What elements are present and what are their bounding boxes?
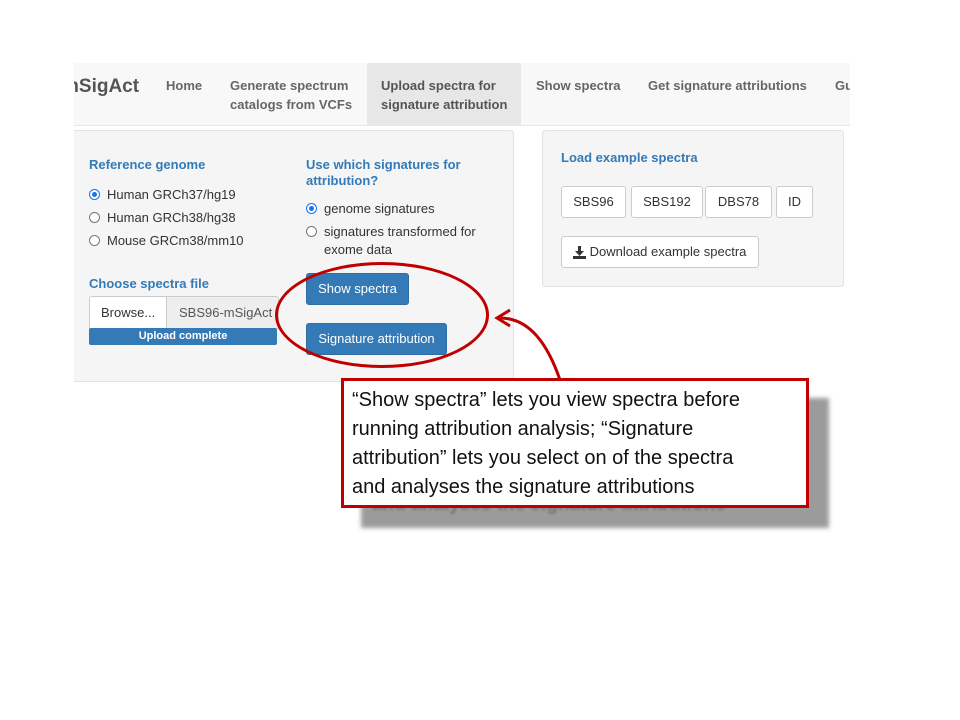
radio-unselected-icon[interactable] <box>89 235 100 246</box>
nav-show-spectra[interactable]: Show spectra <box>523 63 633 125</box>
radio-grch37-label: Human GRCh37/hg19 <box>107 187 236 202</box>
reference-genome-label: Reference genome <box>89 157 206 172</box>
signature-attribution-button[interactable]: Signature attribution <box>306 323 447 355</box>
callout-line-4: and analyses the signature attributions <box>352 476 695 498</box>
upload-progress-text: Upload complete <box>138 330 228 342</box>
annotation-callout: “Show spectra” lets you view spectra bef… <box>341 378 809 508</box>
callout-line-1: “Show spectra” lets you view spectra bef… <box>352 389 740 411</box>
nav-home-label: Home <box>166 78 203 93</box>
radio-unselected-icon[interactable] <box>306 226 317 237</box>
navbar: mSigAct Home Generate spectrum catalogs … <box>74 63 850 126</box>
radio-selected-icon[interactable] <box>306 203 317 214</box>
radio-selected-icon[interactable] <box>89 189 100 200</box>
signatures-label: Use which signatures for attribution? <box>306 157 461 189</box>
radio-unselected-icon[interactable] <box>89 212 100 223</box>
radio-exome-signatures-label-line2: exome data <box>324 242 392 257</box>
nav-generate-label-line2: catalogs from VCFs <box>230 97 353 112</box>
download-icon <box>573 246 586 259</box>
load-example-spectra-label: Load example spectra <box>561 150 698 165</box>
radio-exome-signatures-label: signatures transformed for <box>324 224 476 239</box>
radio-exome-signatures-label-cont: exome data <box>324 241 392 259</box>
signatures-label-line2: attribution? <box>306 173 379 188</box>
radio-grch38[interactable]: Human GRCh38/hg38 <box>89 209 236 227</box>
upload-progress-bar: Upload complete <box>89 328 277 345</box>
radio-grcm38-label: Mouse GRCm38/mm10 <box>107 233 244 248</box>
nav-guide[interactable]: Gu <box>824 63 850 125</box>
example-sbs96-button[interactable]: SBS96 <box>561 186 626 218</box>
nav-upload-spectra[interactable]: Upload spectra for signature attribution <box>367 63 521 125</box>
nav-generate-spectrum[interactable]: Generate spectrum catalogs from VCFs <box>217 63 367 125</box>
radio-grch38-label: Human GRCh38/hg38 <box>107 210 236 225</box>
download-example-spectra-button[interactable]: Download example spectra <box>561 236 759 268</box>
radio-grcm38[interactable]: Mouse GRCm38/mm10 <box>89 232 244 250</box>
callout-line-2: running attribution analysis; “Signature <box>352 418 694 440</box>
nav-upload-label-line2: signature attribution <box>381 97 508 112</box>
file-name-field[interactable]: SBS96-mSigAct <box>167 297 278 329</box>
signatures-label-line1: Use which signatures for <box>306 157 461 172</box>
callout-line-3: attribution” lets you select on of the s… <box>352 447 734 469</box>
radio-genome-signatures-label: genome signatures <box>324 201 435 216</box>
example-dbs78-button[interactable]: DBS78 <box>705 186 772 218</box>
nav-get-attributions-label: Get signature attributions <box>648 78 807 93</box>
file-input-group: Browse... SBS96-mSigAct <box>89 296 279 330</box>
radio-genome-signatures[interactable]: genome signatures <box>306 200 435 218</box>
browse-button[interactable]: Browse... <box>90 297 167 329</box>
nav-generate-label-line1: Generate spectrum <box>230 78 349 93</box>
radio-exome-signatures[interactable]: signatures transformed for <box>306 223 476 241</box>
show-spectra-button[interactable]: Show spectra <box>306 273 409 305</box>
nav-get-signature-attributions[interactable]: Get signature attributions <box>634 63 824 125</box>
nav-home[interactable]: Home <box>154 63 214 125</box>
example-sbs192-button[interactable]: SBS192 <box>631 186 703 218</box>
nav-upload-label-line1: Upload spectra for <box>381 78 496 93</box>
nav-guide-label: Gu <box>835 78 850 93</box>
app-brand[interactable]: mSigAct <box>74 76 139 98</box>
nav-show-spectra-label: Show spectra <box>536 78 621 93</box>
download-example-spectra-label: Download example spectra <box>589 244 747 259</box>
example-id-button[interactable]: ID <box>776 186 813 218</box>
choose-spectra-file-label: Choose spectra file <box>89 276 209 291</box>
radio-grch37[interactable]: Human GRCh37/hg19 <box>89 186 236 204</box>
